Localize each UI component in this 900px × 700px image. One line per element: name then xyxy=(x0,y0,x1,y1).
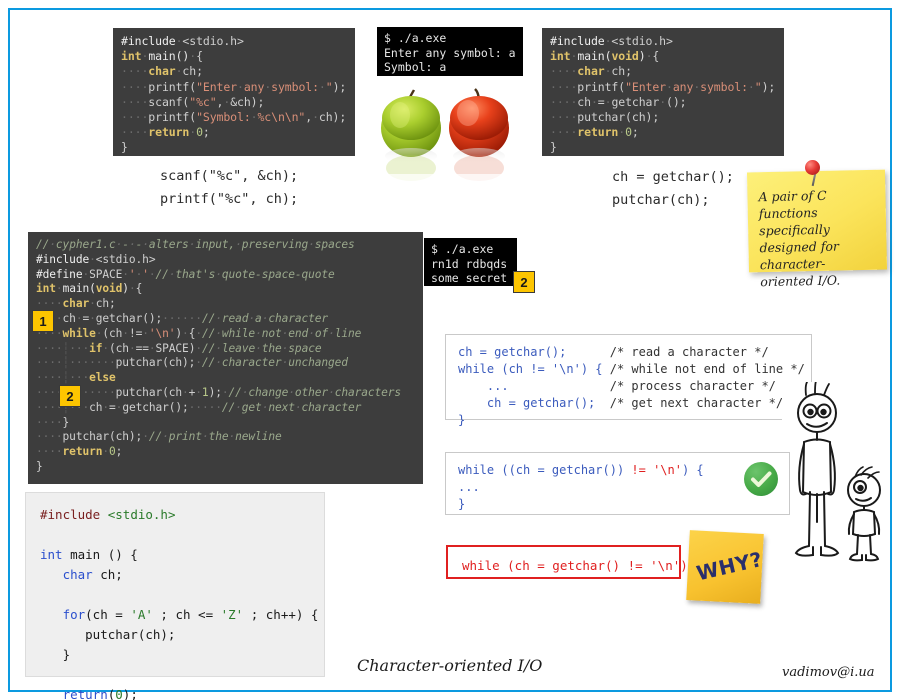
marker-1-cypher: 1 xyxy=(32,310,54,332)
sticky-note-c-functions: A pair of C functions specifically desig… xyxy=(746,169,888,289)
terminal-symbol-run-text: $ ./a.exe Enter any symbol: a Symbol: a xyxy=(384,31,516,74)
slide-page: #include·<stdio.h> int·main()·{ ····char… xyxy=(0,0,900,700)
getchar-putchar-program-block: #include·<stdio.h> int·main(void)·{ ····… xyxy=(542,28,784,156)
marker-2-terminal: 2 xyxy=(513,271,535,293)
read-loop-pattern-box: ch = getchar(); /* read a character */ w… xyxy=(445,334,812,427)
getchar-putchar-annotation: ch = getchar(); putchar(ch); xyxy=(612,169,734,208)
apples-photo xyxy=(375,82,521,222)
terminal-symbol-run: $ ./a.exe Enter any symbol: a Symbol: a xyxy=(377,27,523,76)
terminal-cypher-run: $ ./a.exe rn1d rdbqds some secret xyxy=(424,238,517,286)
correct-while-box: while ((ch = getchar()) != '\n') { ... } xyxy=(445,452,790,515)
scanf-printf-program-block: #include·<stdio.h> int·main()·{ ····char… xyxy=(113,28,355,156)
author-credit: vadimov@i.ua xyxy=(782,665,875,680)
stick-figures-drawing xyxy=(782,382,890,568)
check-circle-icon xyxy=(744,462,778,496)
cypher1-program-block: //·cypher1.c·-·-·alters·input,·preservin… xyxy=(28,232,423,484)
sticky-note-text: A pair of C functions specifically desig… xyxy=(758,187,841,290)
scanf-printf-annotation: scanf("%c", &ch); printf("%c", ch); xyxy=(160,168,299,207)
terminal-cypher-run-text: $ ./a.exe rn1d rdbqds some secret xyxy=(431,242,508,285)
apples-illustration xyxy=(375,82,521,222)
page-caption: Character-oriented I/O xyxy=(357,656,543,675)
sticky-note-why: WHY? xyxy=(686,530,765,604)
sticky-note-why-text: WHY? xyxy=(694,546,765,586)
for-loop-putchar-block: #include <stdio.h> int main () { char ch… xyxy=(25,492,325,700)
wrong-while-box: while (ch = getchar() != '\n') xyxy=(446,545,688,579)
stick-figures-illustration xyxy=(782,382,890,568)
marker-2-cypher: 2 xyxy=(59,385,81,407)
